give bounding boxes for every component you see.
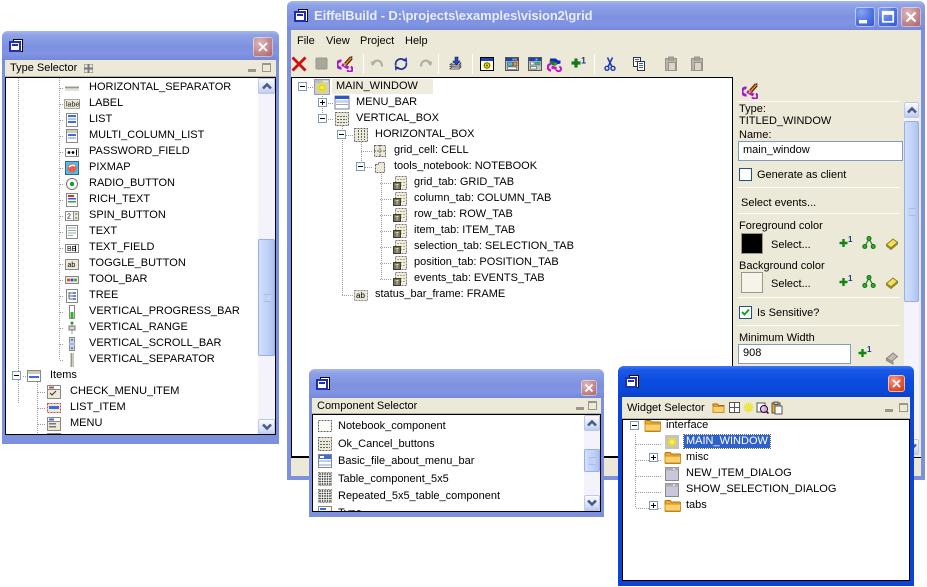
svg-text:T: T <box>395 249 399 255</box>
svg-text:ab: ab <box>356 291 365 300</box>
svg-text:T: T <box>395 265 399 271</box>
svg-text:T: T <box>395 185 399 191</box>
svg-text:T: T <box>395 201 399 207</box>
svg-text:ab: ab <box>68 262 76 269</box>
svg-text:T: T <box>395 217 399 223</box>
svg-text:1: 1 <box>581 56 586 66</box>
svg-text:T: T <box>395 233 399 239</box>
svg-text:2: 2 <box>67 214 71 221</box>
svg-text:1: 1 <box>848 274 853 283</box>
svg-text:label: label <box>66 102 80 109</box>
svg-text:T: T <box>395 281 399 287</box>
svg-text:1: 1 <box>867 345 872 354</box>
svg-text:1: 1 <box>848 235 853 244</box>
